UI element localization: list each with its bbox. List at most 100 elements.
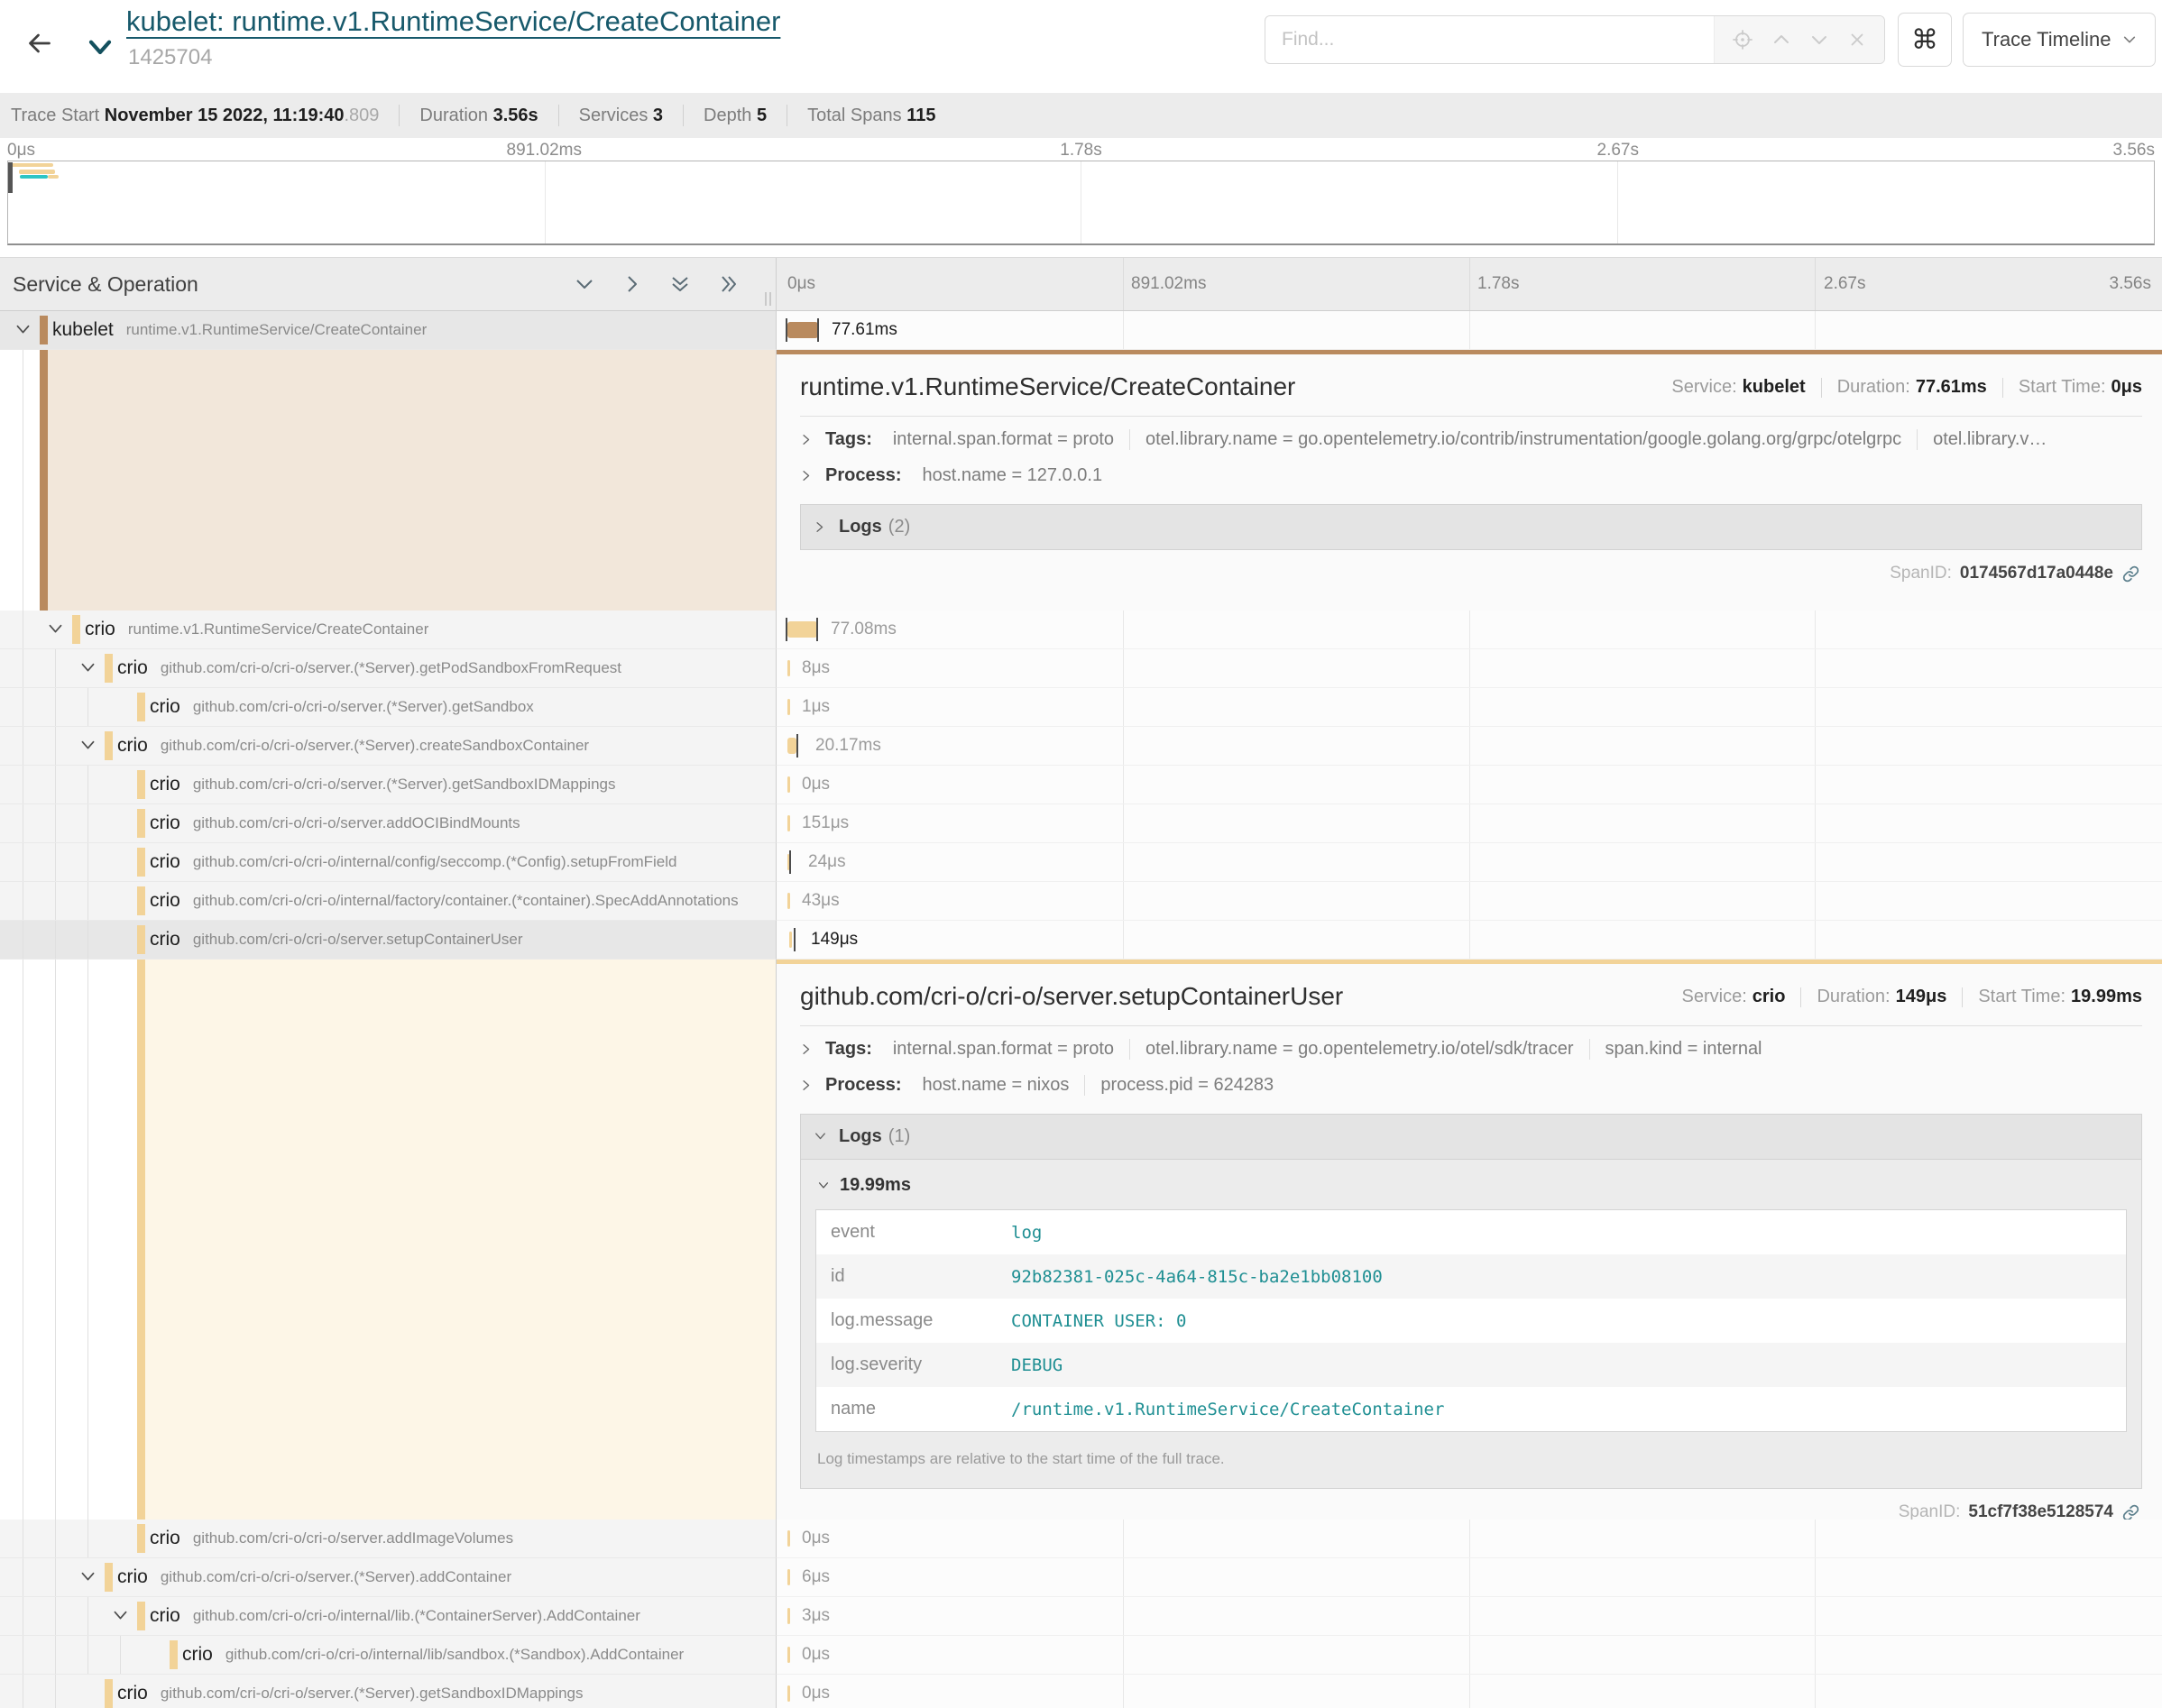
span-duration-bar[interactable] [787, 738, 796, 754]
span-timeline-cell[interactable]: 24μs [777, 843, 2162, 882]
collapse-all-button[interactable] [669, 273, 691, 295]
keyboard-shortcuts-button[interactable]: ⌘ [1898, 13, 1952, 67]
span-timeline-cell[interactable]: 0μs [777, 1636, 2162, 1675]
span-name-cell[interactable]: criogithub.com/cri-o/cri-o/server.addIma… [0, 1520, 777, 1558]
span-duration-bar[interactable] [787, 1685, 790, 1702]
span-timeline-cell[interactable]: 1μs [777, 688, 2162, 727]
span-timeline-cell[interactable]: 77.61ms [777, 311, 2162, 350]
collapse-one-button[interactable] [574, 274, 595, 294]
span-name-cell[interactable]: kubeletruntime.v1.RuntimeService/CreateC… [0, 311, 777, 350]
trace-view-label: Trace Timeline [1982, 28, 2111, 51]
span-timeline-cell[interactable]: 20.17ms [777, 727, 2162, 766]
span-color-bar [137, 770, 145, 799]
span-duration-bar[interactable] [787, 1530, 790, 1547]
span-timeline-cell[interactable]: 149μs [777, 921, 2162, 960]
span-operation-name: github.com/cri-o/cri-o/server.(*Server).… [161, 1685, 584, 1703]
span-name-cell[interactable]: criogithub.com/cri-o/cri-o/server.(*Serv… [0, 649, 777, 688]
log-marker-tick [817, 318, 819, 342]
trace-minimap[interactable] [7, 161, 2155, 245]
span-name-cell[interactable]: criogithub.com/cri-o/cri-o/internal/fact… [0, 882, 777, 921]
span-timeline-cell[interactable]: 6μs [777, 1558, 2162, 1597]
span-expand-chevron[interactable] [112, 1608, 129, 1625]
trace-duration: Duration 3.56s [419, 106, 538, 126]
minimap-left-scrubber[interactable] [8, 162, 13, 193]
span-duration-bar[interactable] [787, 815, 790, 831]
column-resize-grip[interactable] [765, 292, 771, 306]
tag-item: span.kind = internal [1589, 1039, 1778, 1060]
span-duration-bar[interactable] [787, 699, 790, 715]
span-expand-chevron[interactable] [14, 322, 32, 339]
indent-guide [55, 960, 56, 1520]
chevron-down-icon [2122, 33, 2137, 46]
span-duration-bar[interactable] [787, 1569, 790, 1585]
span-timeline-cell[interactable]: 0μs [777, 1675, 2162, 1708]
clear-find-button[interactable] [1847, 30, 1867, 50]
span-name-cell[interactable]: criogithub.com/cri-o/cri-o/internal/conf… [0, 843, 777, 882]
log-entry-header[interactable]: 19.99ms [815, 1162, 2127, 1209]
copy-span-link-button[interactable] [2121, 1503, 2140, 1520]
span-duration-bar[interactable] [787, 893, 790, 909]
span-name-cell[interactable]: criogithub.com/cri-o/cri-o/server.(*Serv… [0, 766, 777, 804]
span-duration-bar[interactable] [787, 621, 817, 638]
span-duration-bar[interactable] [789, 932, 792, 948]
span-name-cell[interactable]: criogithub.com/cri-o/cri-o/server.(*Serv… [0, 1558, 777, 1597]
span-name-cell[interactable]: criogithub.com/cri-o/cri-o/server.(*Serv… [0, 727, 777, 766]
tags-accordion[interactable]: Tags:internal.span.format = protootel.li… [800, 1026, 2142, 1071]
next-match-button[interactable] [1808, 29, 1830, 51]
indent-guide [55, 882, 56, 920]
span-duration-bar[interactable] [787, 1647, 790, 1663]
span-duration-bar[interactable] [787, 1608, 790, 1624]
span-name-cell[interactable]: criogithub.com/cri-o/cri-o/internal/lib.… [0, 1597, 777, 1636]
focus-match-button[interactable] [1732, 29, 1753, 51]
span-duration-bar[interactable] [787, 660, 790, 676]
span-timeline-cell[interactable]: 77.08ms [777, 611, 2162, 649]
expand-all-button[interactable] [718, 273, 740, 295]
trace-title-link[interactable]: kubelet: runtime.v1.RuntimeService/Creat… [126, 5, 780, 38]
span-timeline-cell[interactable]: 43μs [777, 882, 2162, 921]
span-color-bar [137, 925, 145, 954]
tag-item: internal.span.format = proto [878, 429, 1129, 450]
span-duration-label: 43μs [802, 891, 840, 911]
span-expand-chevron[interactable] [79, 660, 97, 677]
span-expand-chevron[interactable] [79, 738, 97, 755]
trace-total-spans: Total Spans 115 [807, 106, 935, 126]
minimap-span-crio [19, 170, 55, 174]
span-expand-chevron[interactable] [47, 621, 64, 638]
link-icon [2121, 1503, 2140, 1520]
copy-span-link-button[interactable] [2121, 565, 2140, 583]
chevron-right-icon [814, 520, 827, 534]
indent-guide [87, 843, 88, 881]
trace-title-collapse-chevron[interactable] [87, 36, 114, 64]
span-row: criogithub.com/cri-o/cri-o/internal/lib/… [0, 1636, 2162, 1675]
find-input[interactable] [1265, 16, 1714, 63]
process-accordion[interactable]: Process:host.name = 127.0.0.1 [800, 462, 2142, 498]
tag-item: otel.library.v… [1917, 429, 2062, 450]
span-duration-bar[interactable] [787, 322, 818, 338]
trace-view-selector[interactable]: Trace Timeline [1963, 13, 2156, 67]
logs-accordion-header[interactable]: Logs(2) [800, 504, 2142, 550]
span-timeline-cell[interactable]: 0μs [777, 766, 2162, 804]
expand-one-button[interactable] [622, 273, 642, 295]
span-name-cell[interactable]: criogithub.com/cri-o/cri-o/server.(*Serv… [0, 688, 777, 727]
logs-accordion-header[interactable]: Logs(1) [800, 1114, 2142, 1160]
span-timeline-cell[interactable]: 0μs [777, 1520, 2162, 1558]
span-duration-bar[interactable] [787, 776, 790, 793]
indent-guide [55, 804, 56, 842]
span-name-cell[interactable]: criogithub.com/cri-o/cri-o/internal/lib/… [0, 1636, 777, 1675]
span-timeline-cell[interactable]: 8μs [777, 649, 2162, 688]
tags-accordion[interactable]: Tags:internal.span.format = protootel.li… [800, 417, 2142, 462]
prev-match-button[interactable] [1771, 29, 1792, 51]
span-operation-name: runtime.v1.RuntimeService/CreateContaine… [126, 321, 428, 339]
span-timeline-cell[interactable]: 151μs [777, 804, 2162, 843]
process-accordion[interactable]: Process:host.name = nixosprocess.pid = 6… [800, 1071, 2142, 1107]
span-expand-chevron[interactable] [79, 1569, 97, 1586]
span-name-cell[interactable]: crioruntime.v1.RuntimeService/CreateCont… [0, 611, 777, 649]
logs-count: (2) [888, 517, 910, 537]
back-button[interactable] [20, 23, 60, 63]
ruler-tick: 891.02ms [1131, 274, 1206, 294]
span-operation-name: github.com/cri-o/cri-o/server.(*Server).… [193, 776, 616, 794]
span-name-cell[interactable]: criogithub.com/cri-o/cri-o/server.(*Serv… [0, 1675, 777, 1708]
span-name-cell[interactable]: criogithub.com/cri-o/cri-o/server.setupC… [0, 921, 777, 960]
span-timeline-cell[interactable]: 3μs [777, 1597, 2162, 1636]
span-name-cell[interactable]: criogithub.com/cri-o/cri-o/server.addOCI… [0, 804, 777, 843]
